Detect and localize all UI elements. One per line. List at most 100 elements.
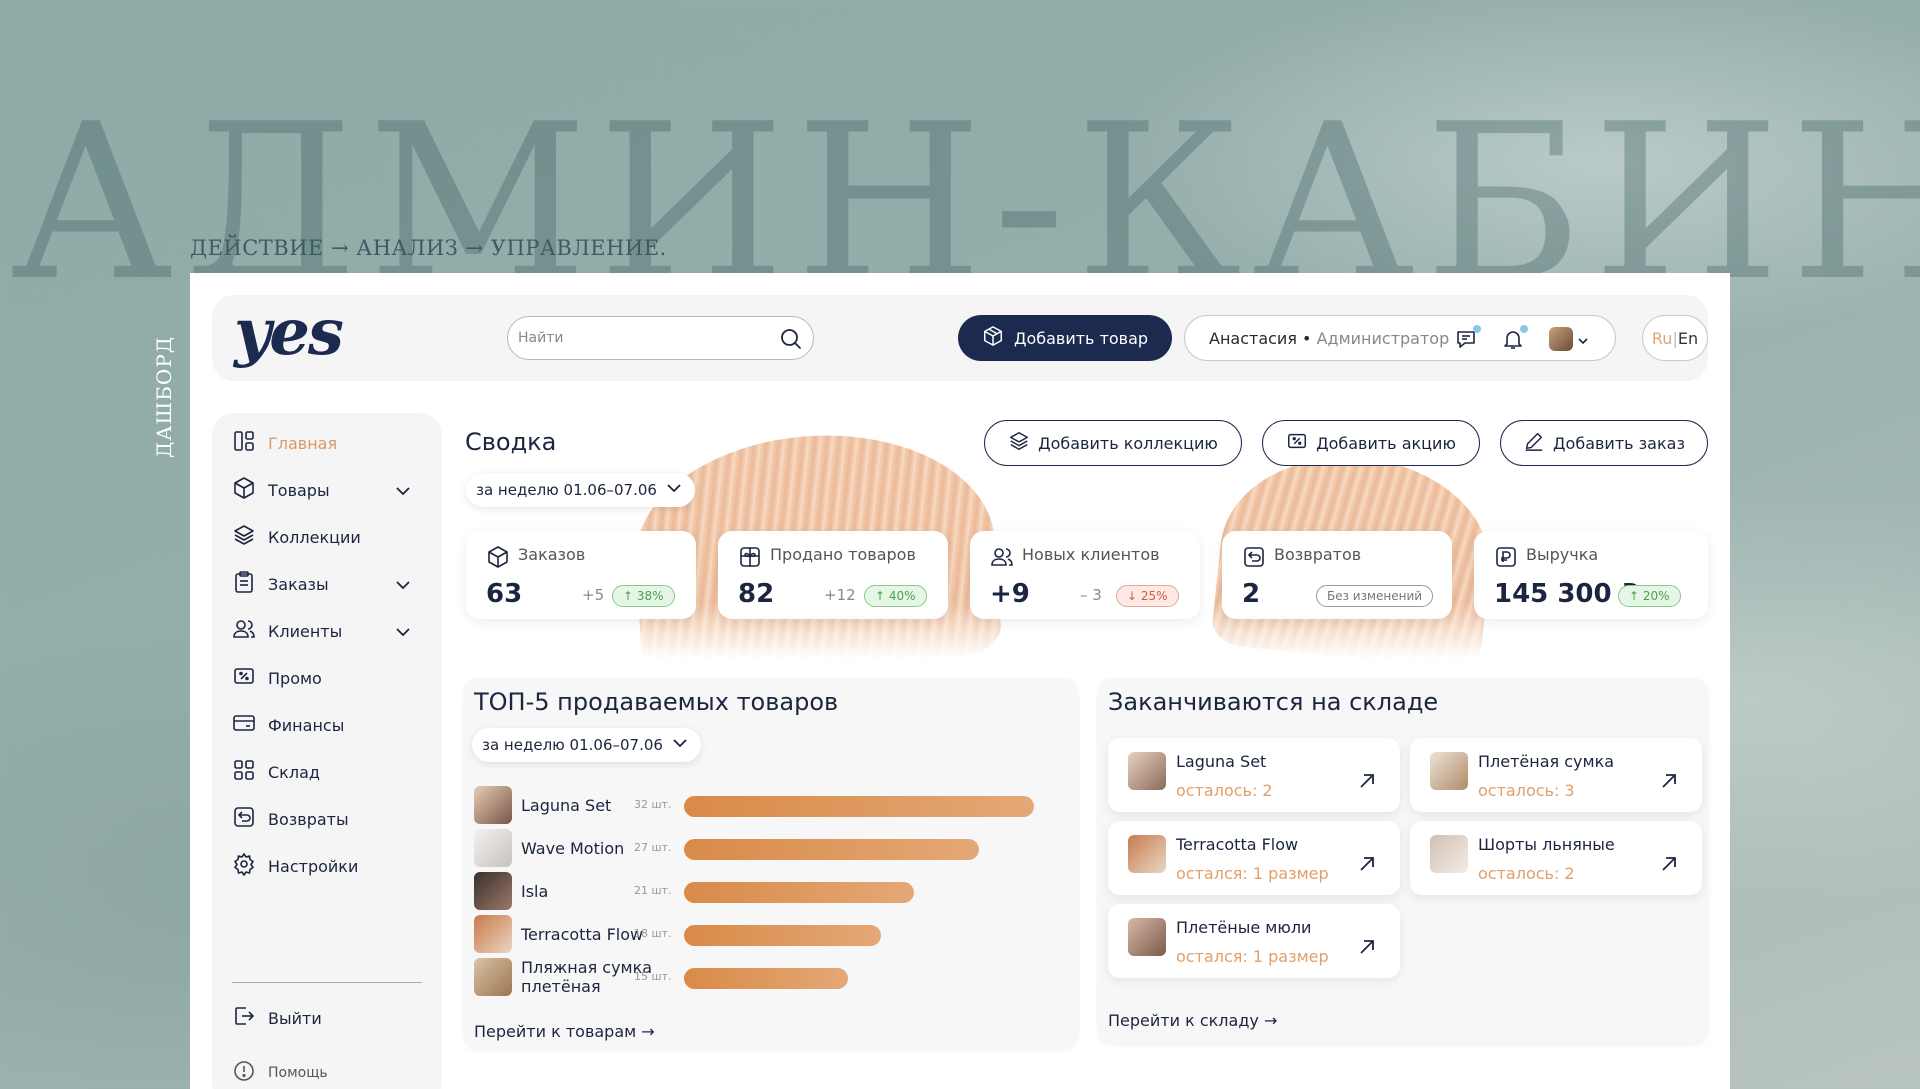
low-stock-title: Заканчиваются на складе bbox=[1108, 688, 1439, 716]
stat-delta: – 3 bbox=[1080, 586, 1102, 604]
stock-left: осталось: 2 bbox=[1478, 864, 1575, 883]
layers-icon bbox=[1008, 430, 1030, 456]
top-product-row[interactable]: Laguna Set 32 шт. bbox=[474, 786, 1074, 826]
top-product-qty: 15 шт. bbox=[634, 970, 672, 983]
go-to-products-link[interactable]: Перейти к товарам → bbox=[474, 1022, 655, 1041]
user-menu[interactable]: Анастасия • Администратор bbox=[1184, 315, 1616, 361]
arrow-up-right-icon[interactable] bbox=[1358, 938, 1376, 960]
search-input[interactable] bbox=[518, 325, 758, 351]
sidebar-item-home[interactable]: Главная bbox=[232, 428, 432, 458]
sidebar: Главная Товары Коллекции Заказы Клиенты … bbox=[212, 413, 442, 1089]
top-product-row[interactable]: Isla 21 шт. bbox=[474, 872, 1074, 912]
gear-icon bbox=[232, 852, 256, 880]
sidebar-item-label: Склад bbox=[268, 762, 320, 782]
chevron-down-icon[interactable] bbox=[394, 482, 412, 504]
product-thumbnail bbox=[474, 872, 512, 910]
product-thumbnail bbox=[1430, 752, 1468, 790]
add-promo-button[interactable]: Добавить акцию bbox=[1262, 420, 1480, 466]
stock-card[interactable]: Шорты льняные осталось: 2 bbox=[1410, 821, 1702, 895]
users-icon bbox=[232, 617, 256, 645]
stat-label: Заказов bbox=[518, 545, 586, 564]
layers-icon bbox=[232, 523, 256, 551]
period-label: за неделю 01.06–07.06 bbox=[482, 736, 663, 754]
chevron-down-icon[interactable] bbox=[1577, 332, 1589, 351]
stock-name: Terracotta Flow bbox=[1176, 835, 1299, 854]
go-to-warehouse-link[interactable]: Перейти к складу → bbox=[1108, 1011, 1277, 1030]
sidebar-item-clients[interactable]: Клиенты bbox=[232, 616, 432, 646]
top5-panel: ТОП-5 продаваемых товаров за неделю 01.0… bbox=[464, 678, 1078, 1048]
sidebar-item-returns[interactable]: Возвраты bbox=[232, 804, 432, 834]
avatar[interactable] bbox=[1549, 327, 1573, 351]
logout-button[interactable]: Выйти bbox=[232, 1003, 432, 1033]
sidebar-item-label: Настройки bbox=[268, 856, 359, 876]
sidebar-item-warehouse[interactable]: Склад bbox=[232, 757, 432, 787]
add-promo-label: Добавить акцию bbox=[1316, 433, 1456, 453]
add-order-button[interactable]: Добавить заказ bbox=[1500, 420, 1708, 466]
sidebar-item-label: Заказы bbox=[268, 574, 329, 594]
low-stock-panel: Заканчиваются на складе Laguna Set остал… bbox=[1098, 678, 1708, 1043]
top5-period-select[interactable]: за неделю 01.06–07.06 bbox=[472, 728, 701, 762]
chat-icon[interactable] bbox=[1454, 325, 1481, 355]
top-product-row[interactable]: Wave Motion 27 шт. bbox=[474, 829, 1074, 869]
stock-left: осталось: 3 bbox=[1478, 781, 1575, 800]
chevron-down-icon bbox=[671, 734, 689, 756]
sidebar-item-finance[interactable]: Финансы bbox=[232, 710, 432, 740]
logout-icon bbox=[232, 1004, 256, 1032]
stat-value: +9 bbox=[990, 579, 1030, 609]
arrow-up-right-icon[interactable] bbox=[1660, 855, 1678, 877]
stock-card[interactable]: Плетёные мюли остался: 1 размер bbox=[1108, 904, 1400, 978]
stat-badge: ↓ 25% bbox=[1116, 585, 1179, 607]
arrow-up-right-icon[interactable] bbox=[1358, 855, 1376, 877]
sidebar-item-promo[interactable]: Промо bbox=[232, 663, 432, 693]
bell-icon[interactable] bbox=[1501, 325, 1528, 355]
lang-ru[interactable]: Ru bbox=[1652, 329, 1673, 348]
sidebar-item-products[interactable]: Товары bbox=[232, 475, 432, 505]
top-product-qty: 27 шт. bbox=[634, 841, 672, 854]
lang-en[interactable]: En bbox=[1678, 329, 1698, 348]
return-icon bbox=[1242, 545, 1266, 573]
sidebar-item-settings[interactable]: Настройки bbox=[232, 851, 432, 881]
brand-logo[interactable]: yes bbox=[234, 295, 344, 370]
help-button[interactable]: Помощь bbox=[232, 1058, 432, 1088]
stock-card[interactable]: Плетёная сумка осталось: 3 bbox=[1410, 738, 1702, 812]
stat-card-new-clients[interactable]: Новых клиентов +9 – 3 ↓ 25% bbox=[970, 531, 1200, 619]
period-label: за неделю 01.06–07.06 bbox=[476, 481, 657, 499]
add-product-button[interactable]: Добавить товар bbox=[958, 315, 1172, 361]
product-thumbnail bbox=[1430, 835, 1468, 873]
stat-card-orders[interactable]: Заказов 63 +5 ↑ 38% bbox=[466, 531, 696, 619]
chevron-down-icon[interactable] bbox=[394, 576, 412, 598]
add-collection-button[interactable]: Добавить коллекцию bbox=[984, 420, 1242, 466]
sidebar-item-label: Финансы bbox=[268, 715, 345, 735]
top-product-qty: 21 шт. bbox=[634, 884, 672, 897]
add-collection-label: Добавить коллекцию bbox=[1038, 433, 1218, 453]
arrow-up-right-icon[interactable] bbox=[1660, 772, 1678, 794]
summary-period-select[interactable]: за неделю 01.06–07.06 bbox=[466, 473, 695, 507]
chevron-down-icon[interactable] bbox=[394, 623, 412, 645]
stat-card-sold[interactable]: Продано товаров 82 +12 ↑ 40% bbox=[718, 531, 948, 619]
background-vertical-label: ДАШБОРД bbox=[152, 335, 176, 458]
box-icon bbox=[232, 476, 256, 504]
stock-card[interactable]: Laguna Set осталось: 2 bbox=[1108, 738, 1400, 812]
arrow-up-right-icon[interactable] bbox=[1358, 772, 1376, 794]
search-icon[interactable] bbox=[779, 327, 803, 355]
top-product-row[interactable]: Пляжная сумка плетёная 15 шт. bbox=[474, 958, 1074, 998]
top-product-bar bbox=[684, 796, 1034, 817]
stat-badge: ↑ 38% bbox=[612, 585, 675, 607]
stat-card-returns[interactable]: Возвратов 2 Без изменений bbox=[1222, 531, 1452, 619]
language-switcher[interactable]: Ru | En bbox=[1642, 315, 1708, 361]
return-icon bbox=[232, 805, 256, 833]
stat-value: 63 bbox=[486, 579, 523, 609]
search-box bbox=[507, 316, 814, 360]
background-tagline: ДЕЙСТВИЕ → АНАЛИЗ → УПРАВЛЕНИЕ. bbox=[190, 236, 667, 260]
add-product-label: Добавить товар bbox=[1013, 328, 1149, 348]
sidebar-item-collections[interactable]: Коллекции bbox=[232, 522, 432, 552]
product-thumbnail bbox=[474, 786, 512, 824]
sidebar-item-label: Товары bbox=[268, 480, 330, 500]
top-product-bar bbox=[684, 839, 979, 860]
stat-badge: ↑ 20% bbox=[1618, 585, 1681, 607]
chat-badge bbox=[1473, 325, 1481, 333]
top-product-row[interactable]: Terracotta Flow 18 шт. bbox=[474, 915, 1074, 955]
stat-card-revenue[interactable]: Выручка 145 300 ₽ ↑ 20% bbox=[1474, 531, 1708, 619]
sidebar-item-orders[interactable]: Заказы bbox=[232, 569, 432, 599]
stock-card[interactable]: Terracotta Flow остался: 1 размер bbox=[1108, 821, 1400, 895]
